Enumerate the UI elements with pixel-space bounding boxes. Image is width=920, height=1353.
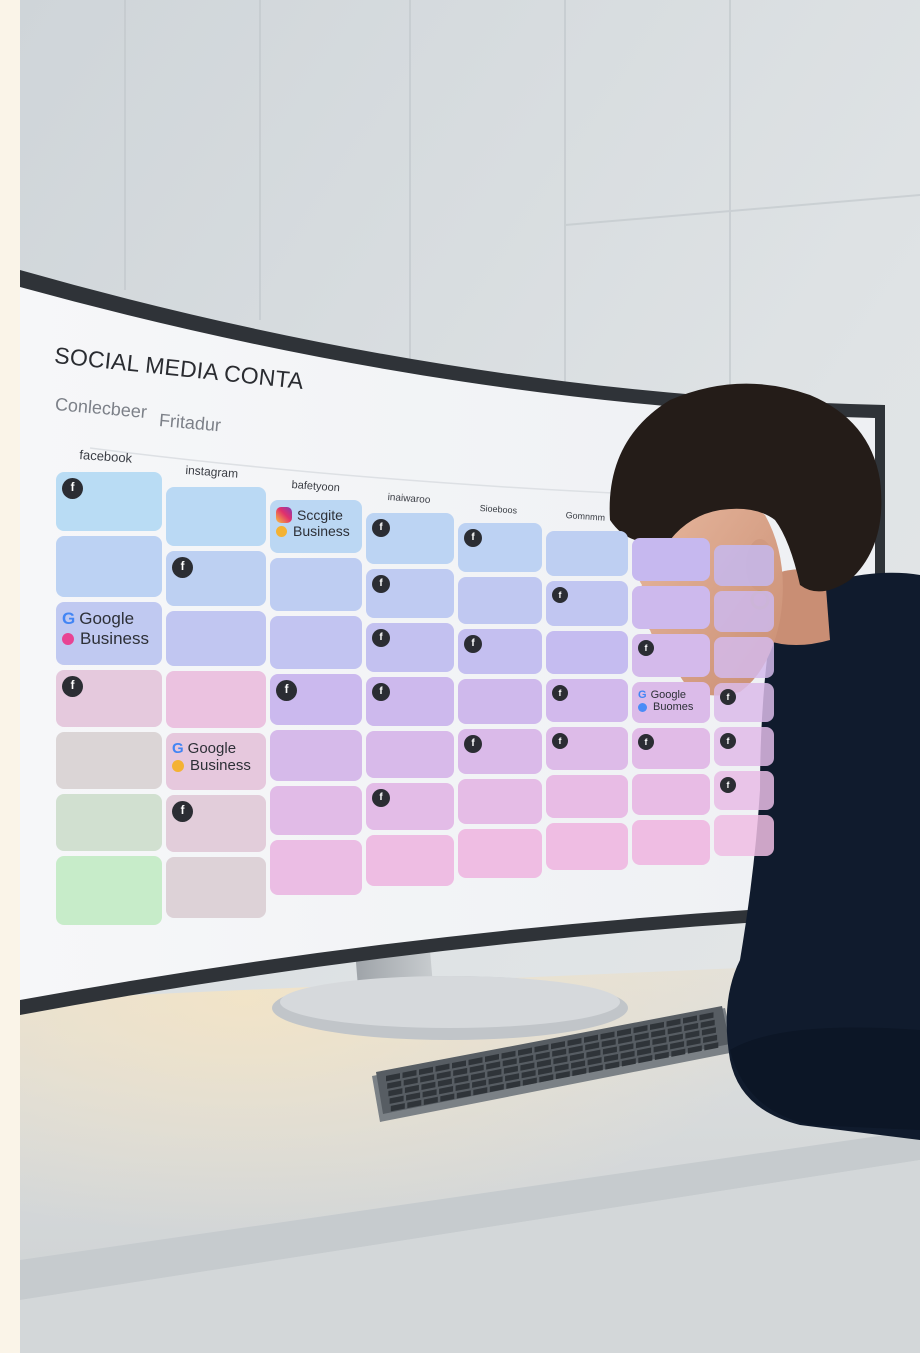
post-icon[interactable]: f <box>372 575 390 593</box>
column-header: Gomnmm <box>565 510 606 523</box>
instagram-icon <box>276 507 292 523</box>
post-icon[interactable]: f <box>464 735 482 753</box>
post-icon[interactable]: f <box>372 629 390 647</box>
badge-title: Google <box>79 609 135 628</box>
calendar-cell[interactable] <box>546 775 628 818</box>
screen-tab-2[interactable]: Fritadur <box>158 410 222 436</box>
badge-title: Sccgite <box>297 507 343 523</box>
post-icon[interactable]: f <box>372 683 390 701</box>
status-dot-icon <box>172 759 184 772</box>
calendar-cell[interactable] <box>56 794 162 851</box>
google-icon: G <box>172 740 184 757</box>
column-header: Sioeboos <box>479 503 518 516</box>
badge-line-2: Business <box>62 629 149 649</box>
post-icon[interactable]: f <box>62 478 83 499</box>
calendar-cell[interactable] <box>166 671 266 728</box>
calendar-cell[interactable] <box>166 857 266 918</box>
calendar-cell[interactable] <box>366 835 454 886</box>
calendar-cell[interactable] <box>632 820 710 865</box>
calendar-cell[interactable] <box>458 679 542 724</box>
column-header: bafetyoon <box>291 479 341 495</box>
status-dot-icon <box>638 702 647 712</box>
badge-line-2: Business <box>172 757 251 774</box>
post-icon[interactable]: f <box>172 557 193 578</box>
post-icon[interactable]: f <box>464 529 482 547</box>
post-icon[interactable]: f <box>720 689 736 705</box>
calendar-cell[interactable] <box>270 616 362 669</box>
calendar-cell[interactable] <box>458 829 542 878</box>
post-icon[interactable]: f <box>552 685 568 701</box>
google-icon: G <box>638 689 647 701</box>
calendar-cell[interactable] <box>270 786 362 835</box>
calendar-cell[interactable] <box>166 611 266 666</box>
calendar-cell[interactable] <box>458 779 542 824</box>
calendar-cell[interactable] <box>56 856 162 925</box>
google-business-badge[interactable]: Sccgite Business <box>276 507 350 539</box>
google-business-badge[interactable]: G Google Business <box>62 609 149 649</box>
calendar-cell[interactable] <box>546 631 628 674</box>
badge-line-2: Business <box>276 523 350 539</box>
column-header: instagram <box>185 463 239 481</box>
badge-title: Google <box>187 740 237 757</box>
calendar-cell[interactable] <box>458 577 542 624</box>
calendar-cell[interactable] <box>56 732 162 789</box>
calendar-cell[interactable] <box>714 545 774 586</box>
badge-subtitle: Buomes <box>653 701 694 713</box>
post-icon[interactable]: f <box>720 777 736 793</box>
calendar-screen: SOCIAL MEDIA CONTA Conlecbeer Fritadur f… <box>20 0 920 1353</box>
google-business-badge[interactable]: G Google Business <box>172 740 251 774</box>
post-icon[interactable]: f <box>464 635 482 653</box>
badge-subtitle: Business <box>80 629 149 648</box>
post-icon[interactable]: f <box>62 676 83 697</box>
badge-line-1: G Google <box>172 740 251 757</box>
calendar-cell[interactable] <box>270 558 362 611</box>
badge-title: Google <box>650 689 687 701</box>
post-icon[interactable]: f <box>372 519 390 537</box>
google-business-badge[interactable]: G Google Buomes <box>638 689 693 713</box>
column-header: inaiwaroo <box>387 492 431 506</box>
calendar-cell[interactable] <box>632 538 710 581</box>
calendar-cell[interactable] <box>366 731 454 778</box>
calendar-cell[interactable] <box>166 487 266 546</box>
calendar-cell[interactable] <box>270 840 362 895</box>
calendar-cell[interactable] <box>546 531 628 576</box>
badge-line-1: G Google <box>638 689 693 701</box>
badge-subtitle: Business <box>293 523 350 539</box>
photo-scene: SOCIAL MEDIA CONTA Conlecbeer Fritadur f… <box>20 0 920 1353</box>
badge-line-1: Sccgite <box>276 507 350 523</box>
post-icon[interactable]: f <box>372 789 390 807</box>
post-icon[interactable]: f <box>720 733 736 749</box>
calendar-cell[interactable] <box>56 536 162 597</box>
status-dot-icon <box>62 633 74 645</box>
badge-line-1: G Google <box>62 609 149 629</box>
calendar-cell[interactable] <box>714 815 774 856</box>
status-dot-icon <box>276 525 287 537</box>
post-icon[interactable]: f <box>638 734 654 750</box>
screen-title: SOCIAL MEDIA CONTA <box>53 342 305 395</box>
post-icon[interactable]: f <box>552 587 568 603</box>
calendar-cell[interactable] <box>546 823 628 870</box>
badge-subtitle: Business <box>190 757 251 774</box>
calendar-cell[interactable] <box>632 586 710 629</box>
calendar-cell[interactable] <box>714 591 774 632</box>
post-icon[interactable]: f <box>552 733 568 749</box>
calendar-cell[interactable] <box>632 774 710 815</box>
post-icon[interactable]: f <box>276 680 297 701</box>
post-icon[interactable]: f <box>172 801 193 822</box>
screen-tab-1[interactable]: Conlecbeer <box>54 394 147 423</box>
calendar-cell[interactable] <box>714 637 774 678</box>
google-icon: G <box>62 609 76 628</box>
post-icon[interactable]: f <box>638 640 654 656</box>
badge-line-2: Buomes <box>638 701 693 713</box>
column-header: facebook <box>78 447 133 466</box>
calendar-cell[interactable] <box>270 730 362 781</box>
